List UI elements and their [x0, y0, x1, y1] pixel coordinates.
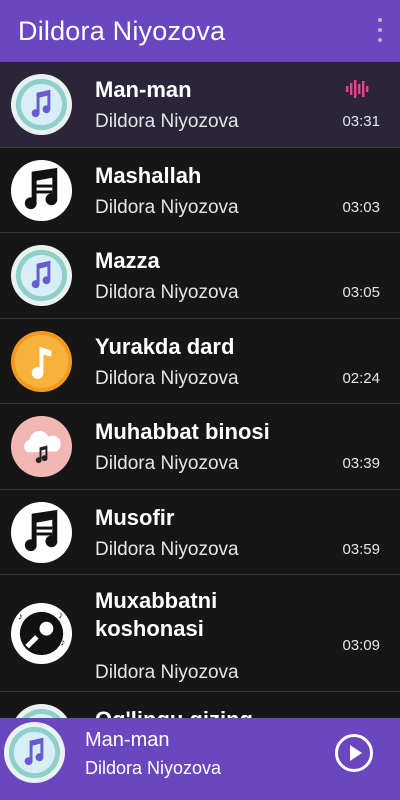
music-note-teal-icon — [10, 73, 73, 136]
microphone-icon — [10, 602, 73, 665]
song-title: Man-man — [95, 77, 192, 102]
app-bar: Dildora Niyozova — [0, 0, 400, 62]
song-title: Mashallah — [95, 162, 202, 188]
song-row[interactable]: Muxabbatni koshonasi Dildora Niyozova 03… — [0, 575, 400, 692]
song-row[interactable]: Musofir Dildora Niyozova 03:59 — [0, 490, 400, 575]
song-title: Musofir — [95, 504, 175, 530]
equalizer-icon — [346, 80, 369, 98]
app-title: Dildora Niyozova — [18, 15, 226, 46]
song-row[interactable]: Mashallah Dildora Niyozova 03:03 — [0, 148, 400, 233]
song-artist: Dildora Niyozova — [95, 196, 239, 218]
now-playing-title: Man-man — [85, 729, 170, 751]
song-duration: 03:59 — [342, 540, 380, 558]
song-artist: Dildora Niyozova — [95, 367, 239, 389]
song-duration: 03:09 — [342, 637, 380, 654]
song-artist: Dildora Niyozova — [95, 282, 239, 303]
song-title: Muhabbat binosi — [95, 419, 270, 444]
song-artist: Dildora Niyozova — [95, 538, 239, 560]
song-row[interactable]: Man-man Dildora Niyozova 03:31 — [0, 62, 400, 148]
song-duration: 03:05 — [342, 284, 380, 301]
mini-player[interactable]: Man-man Dildora Niyozova — [0, 718, 400, 800]
cloud-music-icon — [10, 415, 73, 478]
song-list[interactable]: Man-man Dildora Niyozova 03:31 Mashallah… — [0, 62, 400, 718]
music-note-teal-icon — [10, 703, 73, 718]
song-artist: Dildora Niyozova — [95, 111, 239, 132]
song-title: Og'lingu qizing — [95, 707, 253, 718]
music-note-orange-icon — [10, 330, 73, 393]
song-row[interactable]: Muhabbat binosi Dildora Niyozova 03:39 — [0, 404, 400, 490]
music-notes-bw-icon — [10, 501, 73, 564]
play-icon[interactable] — [334, 733, 374, 773]
song-row[interactable]: Yurakda dard Dildora Niyozova 02:24 — [0, 319, 400, 404]
song-duration: 03:39 — [342, 455, 380, 472]
song-row[interactable]: Mazza Dildora Niyozova 03:05 — [0, 233, 400, 319]
music-notes-bw-icon — [10, 159, 73, 222]
overflow-menu-icon[interactable] — [374, 18, 386, 42]
song-title: Yurakda dard — [95, 333, 235, 359]
song-artist: Dildora Niyozova — [95, 662, 239, 683]
song-title: Mazza — [95, 248, 160, 273]
song-duration: 03:31 — [342, 113, 380, 130]
song-title: Muxabbatni koshonasi — [95, 588, 218, 641]
song-row[interactable]: Og'lingu qizing — [0, 692, 400, 718]
now-playing-artist: Dildora Niyozova — [85, 758, 222, 778]
song-artist: Dildora Niyozova — [95, 453, 239, 474]
music-note-teal-icon — [10, 244, 73, 307]
song-duration: 02:24 — [342, 369, 380, 387]
music-note-teal-icon — [3, 721, 66, 784]
song-duration: 03:03 — [342, 198, 380, 216]
